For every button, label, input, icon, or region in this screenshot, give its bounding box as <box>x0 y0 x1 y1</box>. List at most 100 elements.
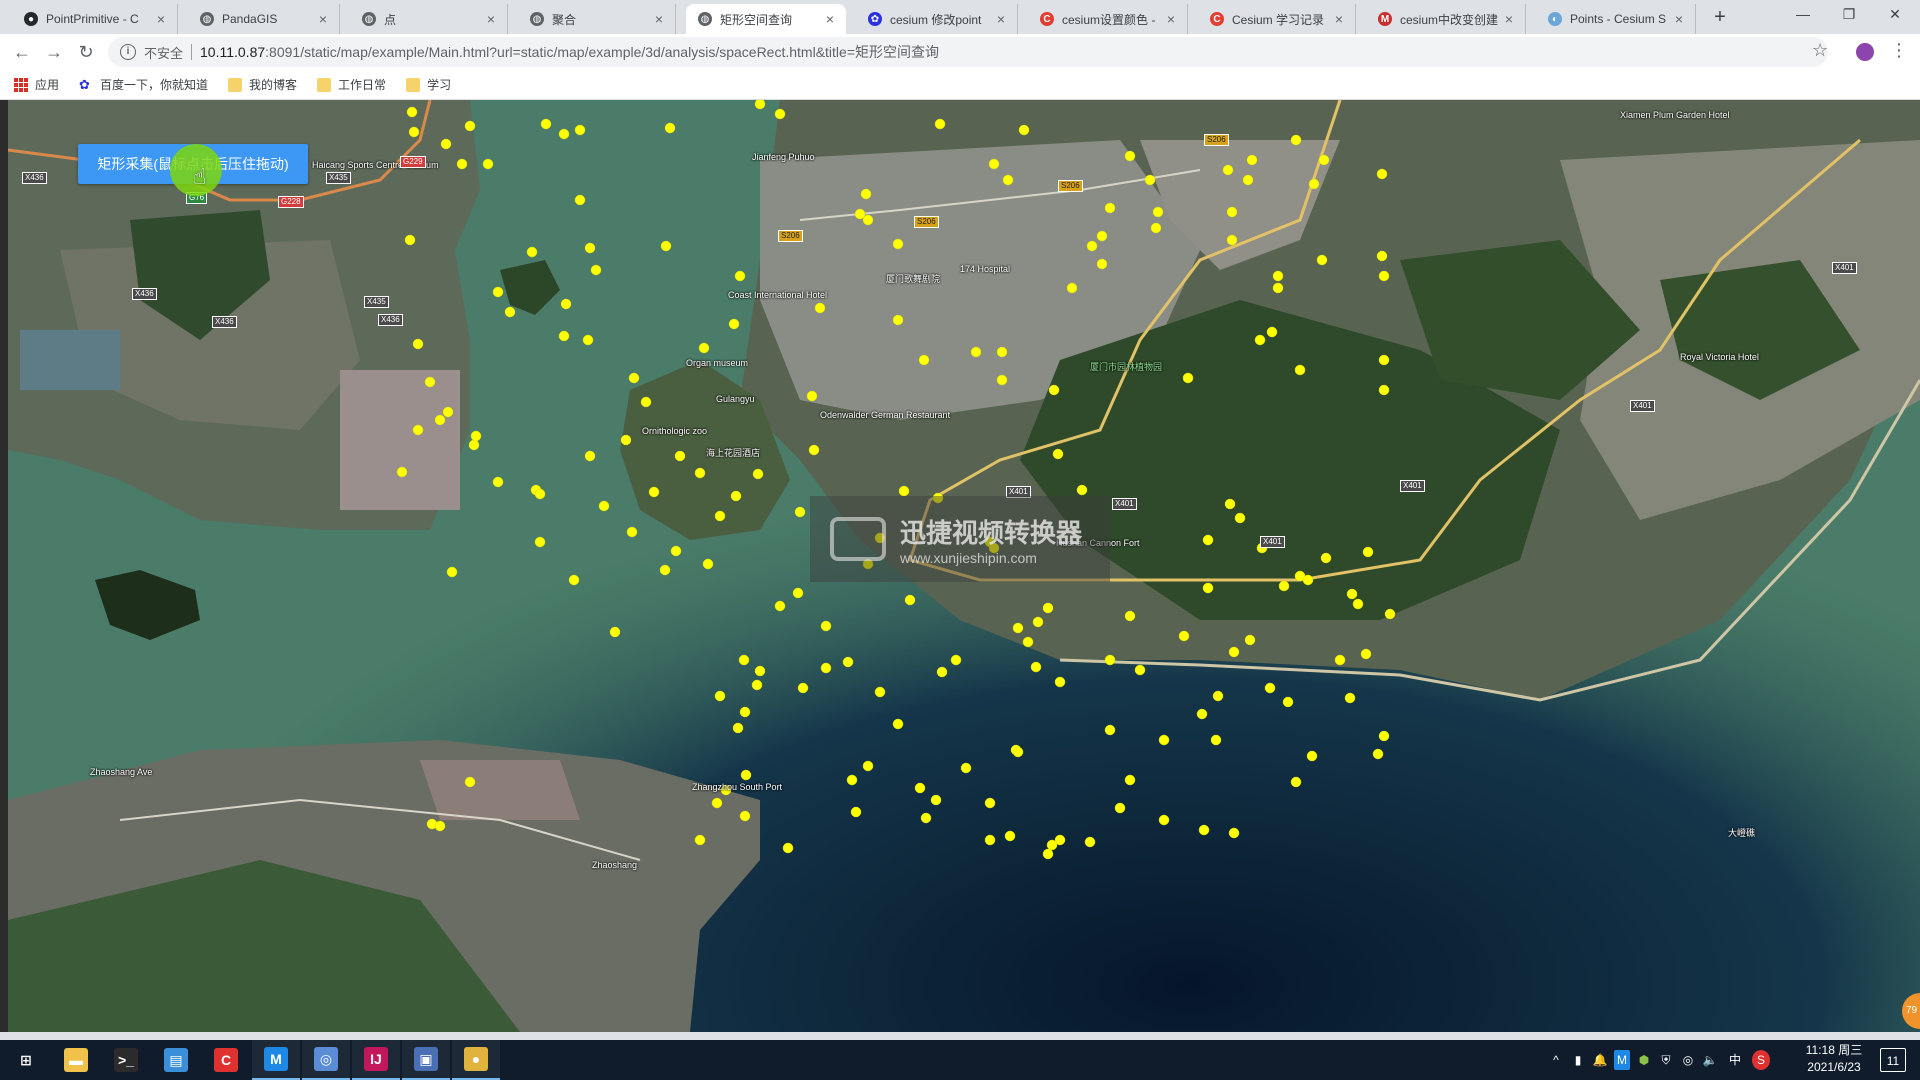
point-primitive[interactable] <box>558 128 570 140</box>
point-primitive[interactable] <box>1046 839 1058 851</box>
point-primitive[interactable] <box>626 526 638 538</box>
tray-shield-icon[interactable]: ⬢ <box>1636 1050 1652 1070</box>
point-primitive[interactable] <box>984 797 996 809</box>
browser-menu-button[interactable]: ⋮ <box>1890 40 1908 61</box>
taskbar-clock[interactable]: 11:18 周三 2021/6/23 <box>1796 1042 1872 1076</box>
minimize-button[interactable]: — <box>1780 0 1826 30</box>
point-primitive[interactable] <box>1224 498 1236 510</box>
tab-close-icon[interactable]: × <box>822 11 838 27</box>
tray-security-icon[interactable]: ⛨ <box>1658 1050 1674 1070</box>
point-primitive[interactable] <box>1178 630 1190 642</box>
point-primitive[interactable] <box>598 500 610 512</box>
point-primitive[interactable] <box>659 564 671 576</box>
point-primitive[interactable] <box>1042 848 1054 860</box>
point-primitive[interactable] <box>774 108 786 120</box>
point-primitive[interactable] <box>739 810 751 822</box>
point-primitive[interactable] <box>774 600 786 612</box>
point-primitive[interactable] <box>534 488 546 500</box>
point-primitive[interactable] <box>1378 730 1390 742</box>
point-primitive[interactable] <box>1052 448 1064 460</box>
cesium-map-viewport[interactable]: Haicang Sports Centre Stadium Jianfeng Pu… <box>0 100 1920 1032</box>
point-primitive[interactable] <box>702 558 714 570</box>
info-icon[interactable]: i <box>120 44 136 60</box>
point-primitive[interactable] <box>1228 827 1240 839</box>
point-primitive[interactable] <box>1042 602 1054 614</box>
point-primitive[interactable] <box>1244 634 1256 646</box>
point-primitive[interactable] <box>1378 270 1390 282</box>
point-primitive[interactable] <box>1360 648 1372 660</box>
point-primitive[interactable] <box>754 100 766 110</box>
restore-button[interactable]: ❐ <box>1826 0 1872 30</box>
tab-close-icon[interactable]: × <box>1331 11 1347 27</box>
tab-close-icon[interactable]: × <box>1163 11 1179 27</box>
point-primitive[interactable] <box>1334 654 1346 666</box>
tab-close-icon[interactable]: × <box>651 11 667 27</box>
point-primitive[interactable] <box>842 656 854 668</box>
tab-close-icon[interactable]: × <box>993 11 1009 27</box>
point-primitive[interactable] <box>1266 326 1278 338</box>
point-primitive[interactable] <box>892 718 904 730</box>
point-primitive[interactable] <box>1226 234 1238 246</box>
browser-tab[interactable]: ◍ 矩形空间查询 × <box>686 4 846 34</box>
bookmark-apps[interactable]: 应用 <box>14 76 59 93</box>
point-primitive[interactable] <box>1212 690 1224 702</box>
close-window-button[interactable]: ✕ <box>1872 0 1918 30</box>
point-primitive[interactable] <box>540 118 552 130</box>
browser-tab[interactable]: ◍ PandaGIS × <box>188 4 340 34</box>
point-primitive[interactable] <box>820 662 832 674</box>
point-primitive[interactable] <box>558 330 570 342</box>
point-primitive[interactable] <box>892 238 904 250</box>
point-primitive[interactable] <box>1378 384 1390 396</box>
browser-tab[interactable]: ● PointPrimitive - C × <box>12 4 178 34</box>
point-primitive[interactable] <box>1272 270 1284 282</box>
point-primitive[interactable] <box>1378 354 1390 366</box>
point-primitive[interactable] <box>918 354 930 366</box>
point-primitive[interactable] <box>970 346 982 358</box>
tray-network-icon[interactable]: ◎ <box>1680 1050 1696 1070</box>
point-primitive[interactable] <box>1316 254 1328 266</box>
point-primitive[interactable] <box>412 338 424 350</box>
tray-sogou-icon[interactable]: S <box>1752 1050 1770 1070</box>
point-primitive[interactable] <box>960 762 972 774</box>
point-primitive[interactable] <box>526 246 538 258</box>
taskbar-app-mail-m[interactable]: M <box>252 1040 300 1080</box>
point-primitive[interactable] <box>464 776 476 788</box>
point-primitive[interactable] <box>1158 734 1170 746</box>
point-primitive[interactable] <box>1384 608 1396 620</box>
point-primitive[interactable] <box>730 490 742 502</box>
point-primitive[interactable] <box>782 842 794 854</box>
point-primitive[interactable] <box>1124 150 1136 162</box>
point-primitive[interactable] <box>752 468 764 480</box>
point-primitive[interactable] <box>574 124 586 136</box>
point-primitive[interactable] <box>694 467 706 479</box>
point-primitive[interactable] <box>846 774 858 786</box>
point-primitive[interactable] <box>1096 258 1108 270</box>
point-primitive[interactable] <box>1124 774 1136 786</box>
tray-speaker-icon[interactable]: 🔈 <box>1702 1050 1718 1070</box>
point-primitive[interactable] <box>1234 512 1246 524</box>
point-primitive[interactable] <box>732 722 744 734</box>
point-primitive[interactable] <box>456 158 468 170</box>
point-primitive[interactable] <box>1158 814 1170 826</box>
point-primitive[interactable] <box>468 439 480 451</box>
point-primitive[interactable] <box>674 450 686 462</box>
point-primitive[interactable] <box>1254 334 1266 346</box>
point-primitive[interactable] <box>874 686 886 698</box>
bookmark-my-blog[interactable]: 我的博客 <box>228 76 297 93</box>
point-primitive[interactable] <box>1114 802 1126 814</box>
tray-mail-icon[interactable]: M <box>1614 1050 1630 1070</box>
point-primitive[interactable] <box>1376 168 1388 180</box>
point-primitive[interactable] <box>1096 230 1108 242</box>
point-primitive[interactable] <box>1012 746 1024 758</box>
point-primitive[interactable] <box>534 536 546 548</box>
taskbar-app-file-explorer[interactable]: ▬ <box>52 1040 100 1080</box>
point-primitive[interactable] <box>1124 610 1136 622</box>
tab-close-icon[interactable]: × <box>153 11 169 27</box>
point-primitive[interactable] <box>1308 178 1320 190</box>
address-bar[interactable]: i 不安全 10.11.0.87 :8091/static/map/exampl… <box>108 37 1828 67</box>
tab-close-icon[interactable]: × <box>483 11 499 27</box>
point-primitive[interactable] <box>582 334 594 346</box>
point-primitive[interactable] <box>1182 372 1194 384</box>
point-primitive[interactable] <box>660 240 672 252</box>
point-primitive[interactable] <box>1306 750 1318 762</box>
